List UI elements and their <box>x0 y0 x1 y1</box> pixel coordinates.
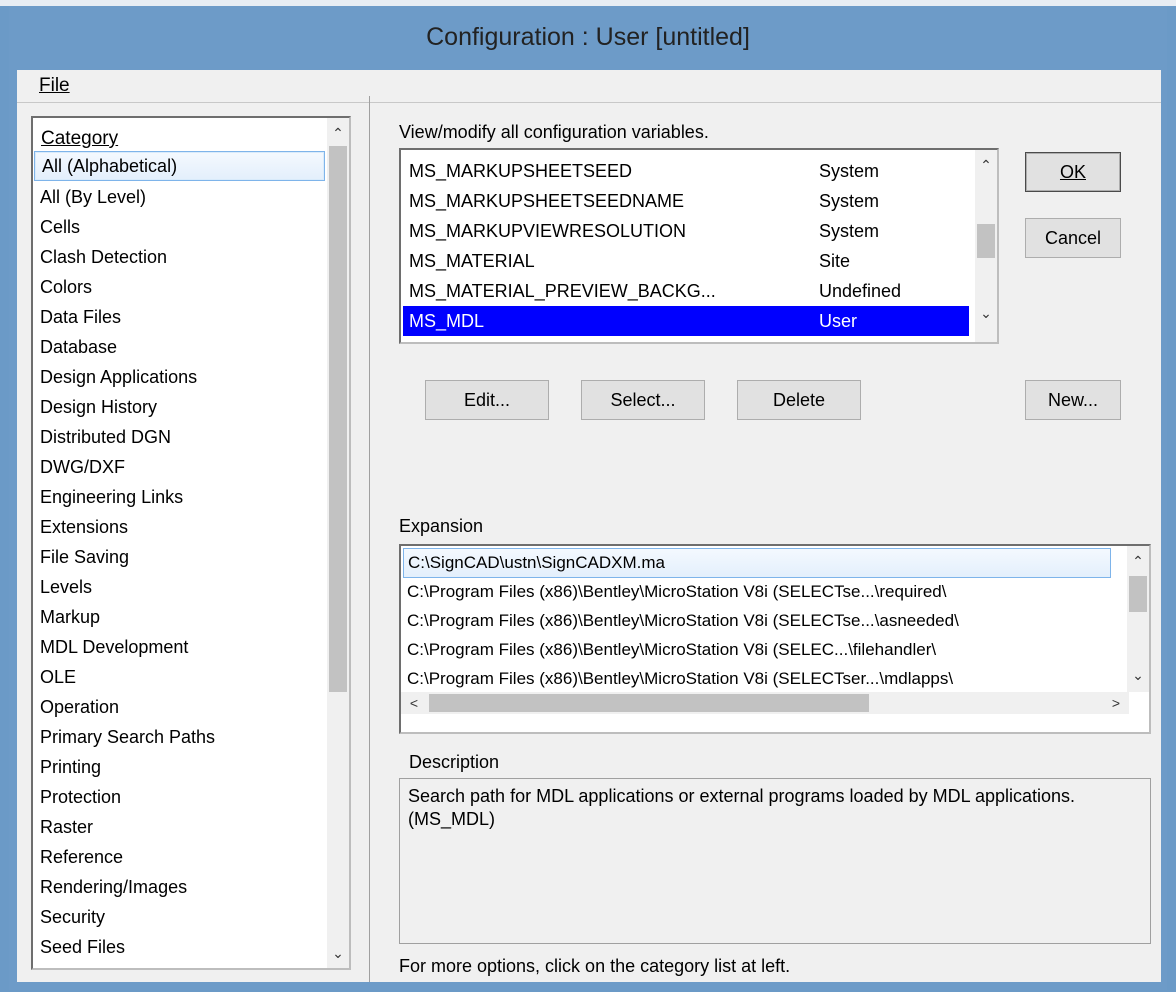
scroll-right-icon[interactable]: > <box>1105 692 1127 714</box>
category-item[interactable]: Markup <box>33 602 327 632</box>
ok-button[interactable]: OK <box>1025 152 1121 192</box>
variables-heading: View/modify all configuration variables. <box>399 122 709 142</box>
category-item[interactable]: Operation <box>33 692 327 722</box>
category-item[interactable]: Database <box>33 332 327 362</box>
category-item[interactable]: Seed Files <box>33 932 327 962</box>
variables-scrollbar[interactable]: ⌃ ⌄ <box>975 150 997 342</box>
category-header: Category <box>41 128 118 150</box>
expansion-scrollbar[interactable]: ⌃ ⌄ <box>1127 546 1149 692</box>
variable-name: MS_MATERIAL <box>409 251 535 271</box>
scroll-up-icon[interactable]: ⌃ <box>975 154 997 176</box>
delete-button[interactable]: Delete <box>737 380 861 420</box>
category-items: All (Alphabetical) All (By Level) Cells Cla… <box>33 150 327 962</box>
category-item[interactable]: Clash Detection <box>33 242 327 272</box>
scroll-down-icon[interactable]: ⌄ <box>1127 664 1149 686</box>
variable-level: System <box>819 191 880 211</box>
variable-name: MS_MARKUPSHEETSEEDNAME <box>409 191 685 211</box>
expansion-label: Expansion <box>399 516 484 536</box>
variable-name: MS_MARKUPSHEETSEED <box>409 161 633 181</box>
variable-name: MS_MARKUPVIEWRESOLUTION <box>409 221 687 241</box>
category-item[interactable]: Extensions <box>33 512 327 542</box>
variable-name: MS_MDL <box>409 311 485 331</box>
category-item[interactable]: Protection <box>33 782 327 812</box>
dialog-client-area: File Category All (Alphabetical) All (By … <box>17 70 1161 982</box>
category-item[interactable]: Colors <box>33 272 327 302</box>
category-item[interactable]: Data Files <box>33 302 327 332</box>
expansion-hscrollbar[interactable]: < > <box>401 692 1129 714</box>
expansion-list[interactable]: C:\SignCAD\ustn\SignCADXM.ma C:\Program F… <box>399 544 1151 734</box>
category-item[interactable]: Primary Search Paths <box>33 722 327 752</box>
scroll-up-icon[interactable]: ⌃ <box>1127 550 1149 572</box>
variable-level: Undefined <box>819 281 902 301</box>
select-button[interactable]: Select... <box>581 380 705 420</box>
category-item[interactable]: Cells <box>33 212 327 242</box>
scroll-down-icon[interactable]: ⌄ <box>975 302 997 324</box>
variable-level: Site <box>819 251 851 271</box>
variable-name: MS_MATERIAL_PREVIEW_BACKG... <box>409 281 716 301</box>
category-item[interactable]: OLE <box>33 662 327 692</box>
dialog-title: Configuration : User [untitled] <box>426 23 750 51</box>
variables-list[interactable]: MS_MARKUPSHEETSEED System MS_MARKUPSHEETSE… <box>399 148 999 344</box>
variable-row[interactable]: MS_MDL User <box>403 306 969 336</box>
variable-row[interactable]: MS_MARKUPVIEWRESOLUTION System <box>403 216 969 246</box>
category-item[interactable]: Engineering Links <box>33 482 327 512</box>
variable-row[interactable]: MS_MATERIAL_PREVIEW_BACKG... Undefined <box>403 276 969 306</box>
category-item[interactable]: Design History <box>33 392 327 422</box>
expansion-scroll-thumb[interactable] <box>1129 576 1147 612</box>
category-item[interactable]: DWG/DXF <box>33 452 327 482</box>
category-item[interactable]: Reference <box>33 842 327 872</box>
category-item[interactable]: Distributed DGN <box>33 422 327 452</box>
scroll-up-icon[interactable]: ⌃ <box>327 122 349 144</box>
ok-button-label: OK <box>1059 162 1086 182</box>
expansion-hscroll-thumb[interactable] <box>429 694 869 712</box>
category-item[interactable]: MDL Development <box>33 632 327 662</box>
category-item[interactable]: Security <box>33 902 327 932</box>
category-item[interactable]: Rendering/Images <box>33 872 327 902</box>
category-item[interactable]: Levels <box>33 572 327 602</box>
variable-row[interactable]: MS_MARKUPSHEETSEEDNAME System <box>403 186 969 216</box>
scroll-down-icon[interactable]: ⌄ <box>327 942 349 964</box>
variable-row[interactable]: MS_MARKUPSHEETSEED System <box>403 156 969 186</box>
configuration-dialog: Configuration : User [untitled] File Cat… <box>9 6 1167 990</box>
cancel-button[interactable]: Cancel <box>1025 218 1121 258</box>
category-item[interactable]: Raster <box>33 812 327 842</box>
variable-level: System <box>819 161 880 181</box>
category-item[interactable]: All (Alphabetical) <box>34 151 325 181</box>
category-item[interactable]: File Saving <box>33 542 327 572</box>
variable-level: System <box>819 221 880 241</box>
footer-hint: For more options, click on the category … <box>399 956 791 976</box>
scroll-left-icon[interactable]: < <box>403 692 425 714</box>
category-scrollbar[interactable]: ⌃ ⌄ <box>327 118 349 968</box>
category-scroll-thumb[interactable] <box>329 146 347 692</box>
category-list[interactable]: Category All (Alphabetical) All (By Level… <box>31 116 351 970</box>
description-label: Description <box>409 752 500 772</box>
expansion-row[interactable]: C:\Program Files (x86)\Bentley\MicroStat… <box>403 606 1111 636</box>
new-button[interactable]: New... <box>1025 380 1121 420</box>
category-item[interactable]: All (By Level) <box>33 182 327 212</box>
edit-button[interactable]: Edit... <box>425 380 549 420</box>
variable-level: User <box>819 311 858 331</box>
description-box: Search path for MDL applications or exte… <box>399 778 1151 944</box>
category-item[interactable]: Printing <box>33 752 327 782</box>
expansion-row[interactable]: C:\Program Files (x86)\Bentley\MicroStat… <box>403 635 1111 665</box>
expansion-row[interactable]: C:\Program Files (x86)\Bentley\MicroStat… <box>403 577 1111 607</box>
expansion-row[interactable]: C:\SignCAD\ustn\SignCADXM.ma <box>403 548 1111 578</box>
variables-scroll-thumb[interactable] <box>977 224 995 258</box>
expansion-row[interactable]: C:\Program Files (x86)\Bentley\MicroStat… <box>403 664 1111 694</box>
variable-row[interactable]: MS_MATERIAL Site <box>403 246 969 276</box>
menu-file[interactable]: File <box>39 75 70 97</box>
category-header-label: Category <box>41 128 119 149</box>
category-item[interactable]: Design Applications <box>33 362 327 392</box>
